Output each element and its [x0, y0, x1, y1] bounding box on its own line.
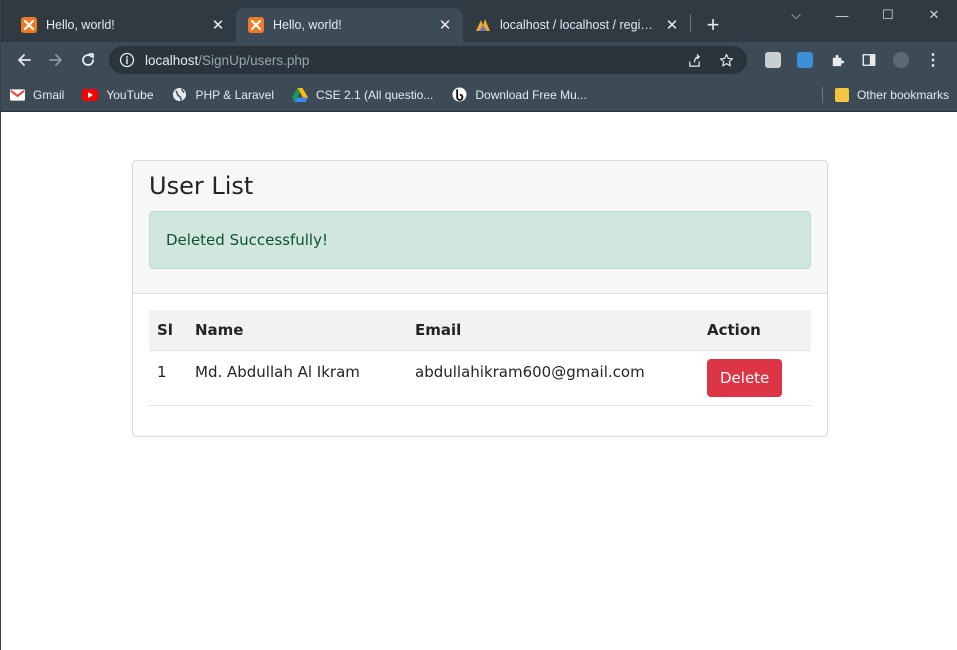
- tab-title: Hello, world!: [46, 18, 115, 32]
- forward-button[interactable]: [41, 45, 71, 75]
- bookmark-label: Gmail: [33, 87, 65, 102]
- info-icon[interactable]: [119, 52, 135, 68]
- kebab-menu-icon[interactable]: ⋮: [917, 46, 949, 74]
- page-content: User List Deleted Successfully! Sl Name …: [1, 112, 957, 650]
- address-path: /SignUp/users.php: [198, 52, 310, 68]
- arrow-left-icon: [18, 54, 31, 66]
- new-tab-button[interactable]: +: [699, 11, 727, 39]
- google-drive-icon: [292, 87, 308, 103]
- tab-title: Hello, world!: [273, 18, 342, 32]
- bookmark-download-music[interactable]: Download Free Mu...: [451, 87, 587, 103]
- tab-phpmyadmin[interactable]: localhost / localhost / register_ ✕: [463, 8, 690, 42]
- delete-button[interactable]: Delete: [707, 358, 783, 397]
- bookmark-gmail[interactable]: Gmail: [9, 87, 64, 103]
- avatar[interactable]: [885, 46, 917, 74]
- window-close-icon[interactable]: ✕: [911, 0, 957, 30]
- bookmark-label: PHP & Laravel: [195, 87, 275, 102]
- star-icon[interactable]: [715, 49, 737, 71]
- tab-strip: Hello, world! ✕ Hello, world! ✕ localhos…: [1, 0, 957, 42]
- address-bar[interactable]: localhost/SignUp/users.php: [109, 46, 747, 74]
- browser-chrome: Hello, world! ✕ Hello, world! ✕ localhos…: [1, 0, 957, 112]
- globe-icon: [172, 87, 188, 103]
- arrow-right-icon: [49, 54, 62, 66]
- cell-email: abdullahikram600@gmail.com: [407, 350, 699, 406]
- folder-icon: [834, 88, 849, 102]
- cell-name: Md. Abdullah Al Ikram: [187, 350, 407, 406]
- other-bookmarks-label: Other bookmarks: [856, 88, 949, 102]
- page-title: User List: [149, 172, 254, 200]
- close-icon[interactable]: ✕: [437, 17, 453, 34]
- tab-hello-world-2[interactable]: Hello, world! ✕: [236, 8, 463, 42]
- gmail-icon: [9, 87, 25, 103]
- close-icon[interactable]: ✕: [664, 17, 680, 34]
- table-row: 1 Md. Abdullah Al Ikram abdullahikram600…: [149, 350, 811, 406]
- side-panel-icon[interactable]: [853, 46, 885, 74]
- column-header-action: Action: [699, 310, 811, 351]
- reload-icon: [82, 53, 94, 66]
- xampp-icon: [248, 17, 264, 33]
- bookmark-cse[interactable]: CSE 2.1 (All questio...: [292, 87, 433, 103]
- bookmark-label: CSE 2.1 (All questio...: [316, 87, 434, 102]
- close-icon[interactable]: ✕: [210, 17, 226, 34]
- phpmyadmin-icon: [475, 17, 491, 33]
- tab-search-icon[interactable]: ⌵: [773, 0, 819, 30]
- youtube-icon: [82, 87, 99, 103]
- bookmark-label: Download Free Mu...: [475, 87, 587, 102]
- maximize-icon[interactable]: ☐: [865, 0, 911, 30]
- share-icon[interactable]: [683, 49, 705, 71]
- divider: [821, 87, 823, 103]
- tab-title: localhost / localhost / register_: [500, 18, 658, 32]
- bookmark-youtube[interactable]: YouTube: [82, 87, 154, 103]
- window-controls: ⌵ — ☐ ✕: [773, 0, 957, 30]
- bookmark-label: YouTube: [106, 87, 154, 102]
- reload-button[interactable]: [73, 45, 103, 75]
- browser-toolbar: localhost/SignUp/users.php ⋮: [1, 42, 957, 78]
- back-button[interactable]: [9, 45, 39, 75]
- minimize-icon[interactable]: —: [819, 0, 865, 30]
- other-bookmarks[interactable]: Other bookmarks: [821, 78, 949, 112]
- bookmarks-bar: Gmail YouTube PHP & Laravel CSE 2.1 (All…: [1, 78, 957, 112]
- success-alert: Deleted Successfully!: [149, 211, 811, 269]
- extension-touch-icon[interactable]: [757, 46, 789, 74]
- card-body: Sl Name Email Action 1 Md. Abdullah Al I…: [133, 294, 827, 422]
- table-header-row: Sl Name Email Action: [149, 310, 811, 351]
- bookmark-php-laravel[interactable]: PHP & Laravel: [172, 87, 275, 103]
- extension-fi-icon[interactable]: [789, 46, 821, 74]
- column-header-name: Name: [187, 310, 407, 351]
- cell-action: Delete: [699, 350, 811, 406]
- xampp-icon: [21, 17, 37, 33]
- column-header-email: Email: [407, 310, 699, 351]
- tab-hello-world-1[interactable]: Hello, world! ✕: [9, 8, 236, 42]
- cell-sl: 1: [149, 350, 187, 406]
- card-header: User List Deleted Successfully!: [133, 161, 827, 294]
- puzzle-icon[interactable]: [821, 46, 853, 74]
- address-host: localhost: [145, 52, 199, 68]
- address-url: localhost/SignUp/users.php: [145, 53, 673, 68]
- b-logo-icon: [451, 87, 467, 103]
- tab-separator: [690, 14, 691, 32]
- column-header-sl: Sl: [149, 310, 187, 351]
- user-list-card: User List Deleted Successfully! Sl Name …: [132, 160, 828, 437]
- users-table: Sl Name Email Action 1 Md. Abdullah Al I…: [149, 310, 811, 406]
